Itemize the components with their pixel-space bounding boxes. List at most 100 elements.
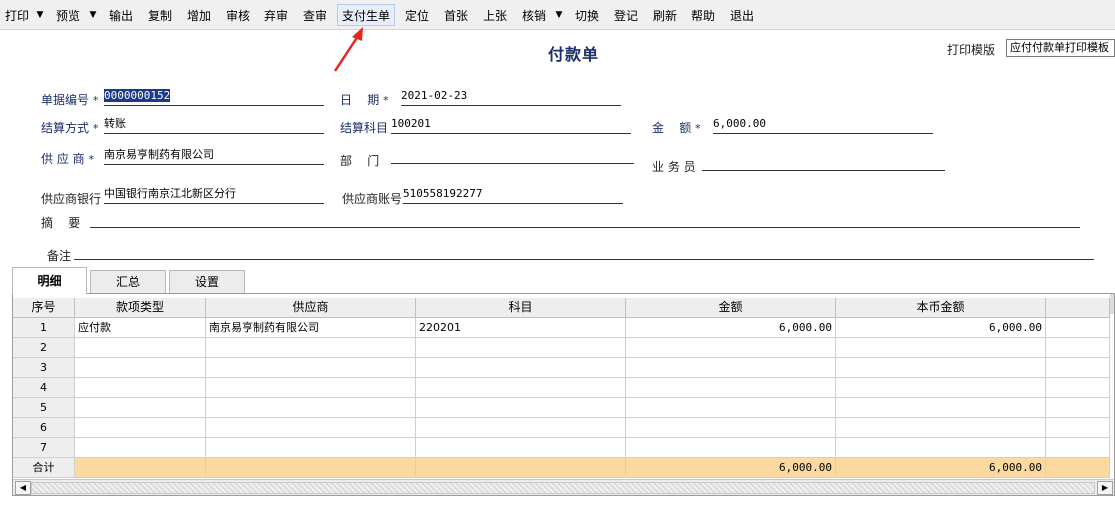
payment-generate-button[interactable]: 支付生单 [337,4,396,26]
extra-cell [1046,398,1110,418]
dept-field[interactable] [391,146,634,164]
extra-cell [1046,378,1110,398]
tab-detail[interactable]: 明细 [12,267,87,294]
amount-field[interactable]: 6,000.00 [713,116,933,134]
approve-button[interactable]: 审核 [221,4,256,26]
register-button[interactable]: 登记 [609,4,644,26]
col-header-index[interactable]: 序号 [13,298,75,318]
col-header-local-amount[interactable]: 本币金额 [836,298,1046,318]
summary-field[interactable] [90,210,1080,228]
add-button[interactable]: 增加 [182,4,217,26]
print-button[interactable]: 打印 [0,4,35,26]
local-amount-cell[interactable]: 6,000.00 [836,318,1046,338]
switch-button[interactable]: 切换 [570,4,605,26]
preview-button[interactable]: 预览 [51,4,86,26]
exit-button[interactable]: 退出 [725,4,760,26]
type-cell[interactable] [75,378,206,398]
amount-cell[interactable] [626,378,836,398]
row-index-cell: 6 [13,418,75,438]
settle-subject-label: 结算科目 [340,121,389,135]
subject-cell[interactable] [416,418,626,438]
amount-cell[interactable] [626,438,836,458]
total-subject-cell [416,458,626,478]
supplier-account-field[interactable]: 510558192277 [403,186,623,204]
type-cell[interactable] [75,358,206,378]
local-amount-cell[interactable] [836,378,1046,398]
dept-label: 部 门 [340,154,380,168]
scroll-thumb[interactable] [31,482,1095,494]
tab-summary[interactable]: 汇总 [90,270,166,293]
local-amount-cell[interactable] [836,338,1046,358]
amount-cell[interactable] [626,358,836,378]
supplier-cell[interactable] [206,358,416,378]
export-button[interactable]: 输出 [104,4,139,26]
amount-cell[interactable] [626,338,836,358]
supplier-cell[interactable] [206,438,416,458]
supplier-cell[interactable]: 南京易亨制药有限公司 [206,318,416,338]
remark-field[interactable] [74,242,1094,260]
annotation-arrow-icon [333,27,363,72]
type-cell[interactable] [75,338,206,358]
row-index-cell: 1 [13,318,75,338]
date-field[interactable]: 2021-02-23 [401,88,621,106]
supplier-bank-field[interactable]: 中国银行南京江北新区分行 [104,186,324,204]
settle-method-field[interactable]: 转账 [104,116,324,134]
col-header-subject[interactable]: 科目 [416,298,626,318]
subject-cell[interactable] [416,338,626,358]
amount-label: 金 额 * [652,121,701,135]
help-button[interactable]: 帮助 [686,4,721,26]
total-type-cell [75,458,206,478]
unapprove-button[interactable]: 弃审 [259,4,294,26]
type-cell[interactable]: 应付款 [75,318,206,338]
first-record-button[interactable]: 首张 [439,4,474,26]
amount-cell[interactable]: 6,000.00 [626,318,836,338]
extra-cell [1046,358,1110,378]
scroll-left-icon[interactable]: ◀ [15,481,31,495]
remark-label: 备注 [47,249,72,263]
supplier-cell[interactable] [206,418,416,438]
settle-subject-field[interactable]: 100201 [391,116,631,134]
locate-button[interactable]: 定位 [400,4,435,26]
verify-button[interactable]: 核销 [517,4,552,26]
col-header-type[interactable]: 款项类型 [75,298,206,318]
scroll-right-icon[interactable]: ▶ [1097,481,1113,495]
print-dropdown-icon[interactable]: ▼ [33,4,47,26]
local-amount-cell[interactable] [836,398,1046,418]
supplier-field[interactable]: 南京易亨制药有限公司 [104,147,324,165]
amount-cell[interactable] [626,398,836,418]
salesman-field[interactable] [702,153,945,171]
date-label: 日 期 * [340,93,389,107]
subject-cell[interactable]: 220201 [416,318,626,338]
vertical-scrollbar[interactable] [1110,294,1114,314]
supplier-cell[interactable] [206,398,416,418]
type-cell[interactable] [75,398,206,418]
tab-settings[interactable]: 设置 [169,270,245,293]
local-amount-cell[interactable] [836,418,1046,438]
supplier-cell[interactable] [206,338,416,358]
verify-dropdown-icon[interactable]: ▼ [552,4,566,26]
subject-cell[interactable] [416,398,626,418]
local-amount-cell[interactable] [836,358,1046,378]
previous-record-button[interactable]: 上张 [478,4,513,26]
subject-cell[interactable] [416,378,626,398]
salesman-label: 业 务 员 [652,160,696,174]
refresh-button[interactable]: 刷新 [648,4,683,26]
audit-query-button[interactable]: 查审 [298,4,333,26]
doc-no-label: 单据编号 * [41,93,99,107]
preview-dropdown-icon[interactable]: ▼ [86,4,100,26]
subject-cell[interactable] [416,438,626,458]
type-cell[interactable] [75,418,206,438]
amount-cell[interactable] [626,418,836,438]
col-header-amount[interactable]: 金额 [626,298,836,318]
doc-no-field[interactable]: 0000000152 [104,88,324,106]
type-cell[interactable] [75,438,206,458]
horizontal-scrollbar[interactable]: ◀ ▶ [13,479,1114,495]
print-template-select[interactable]: 应付付款单打印模板 [1006,39,1115,57]
subject-cell[interactable] [416,358,626,378]
local-amount-cell[interactable] [836,438,1046,458]
settle-method-label: 结算方式 * [41,121,99,135]
copy-button[interactable]: 复制 [143,4,178,26]
extra-cell [1046,438,1110,458]
supplier-cell[interactable] [206,378,416,398]
col-header-supplier[interactable]: 供应商 [206,298,416,318]
